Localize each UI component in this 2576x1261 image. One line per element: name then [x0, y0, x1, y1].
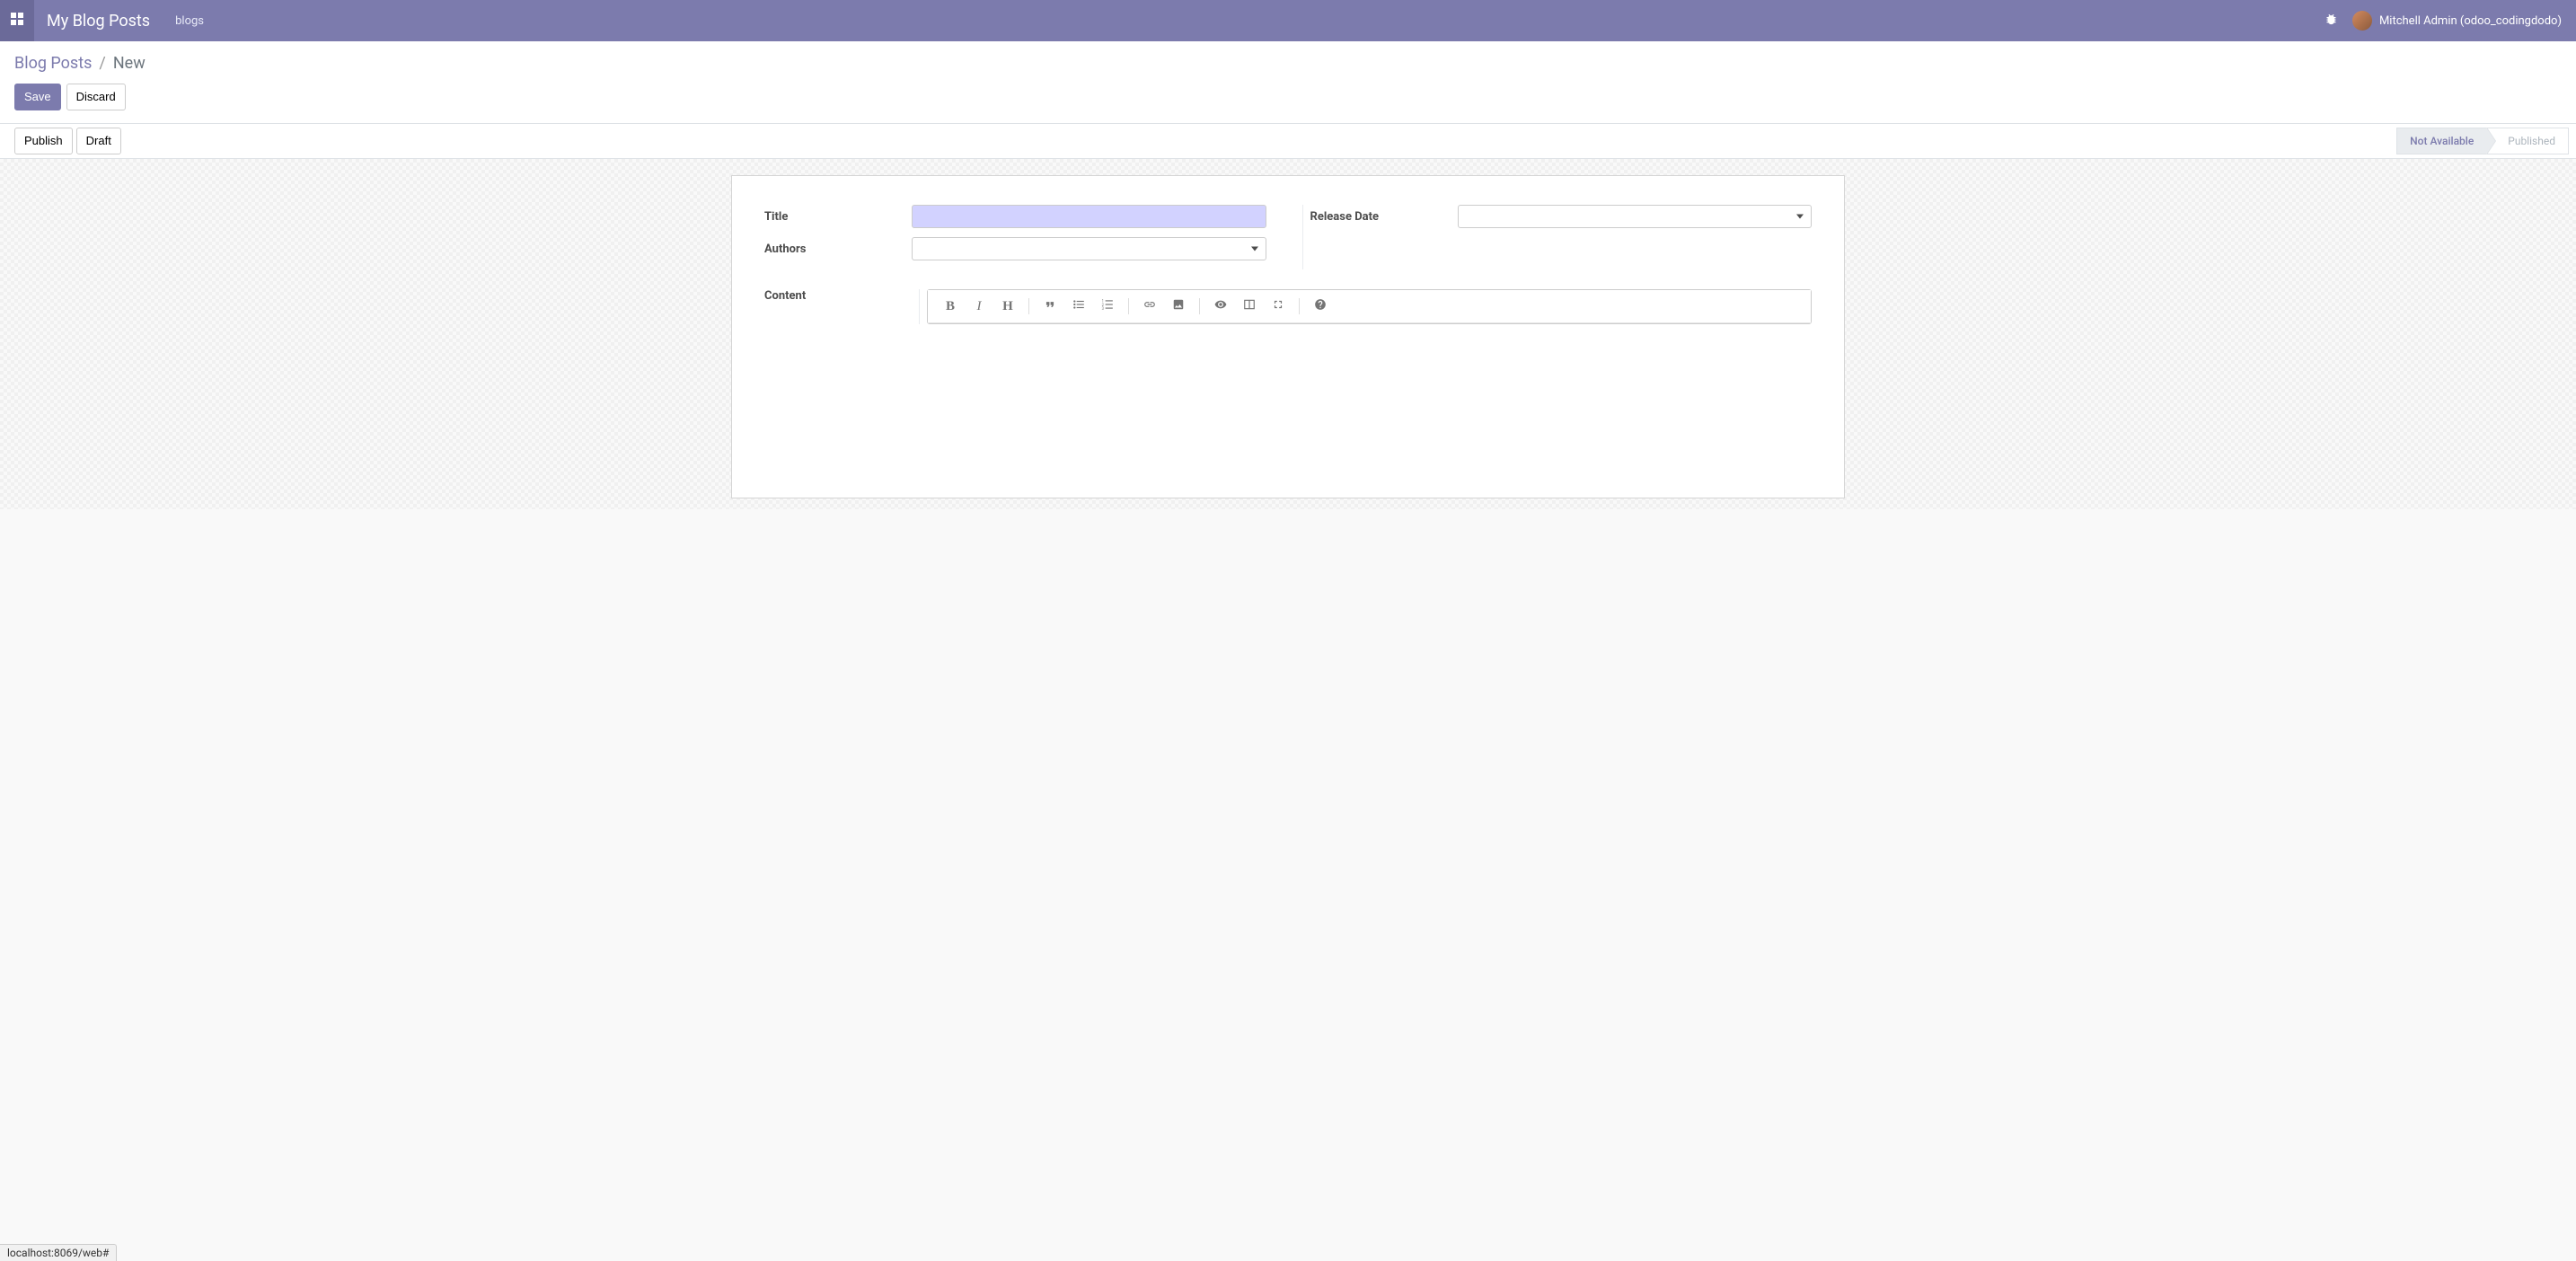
fullscreen-icon — [1272, 298, 1284, 314]
apps-icon — [10, 12, 24, 30]
form-column-left: Title Authors — [764, 205, 1266, 269]
italic-icon: I — [977, 299, 982, 314]
save-button[interactable]: Save — [14, 84, 61, 110]
authors-label: Authors — [764, 242, 912, 256]
release-date-input[interactable] — [1458, 205, 1813, 228]
app-title[interactable]: My Blog Posts — [34, 0, 166, 41]
link-button[interactable] — [1136, 295, 1163, 317]
status-not-available[interactable]: Not Available — [2396, 128, 2486, 154]
top-navbar: My Blog Posts blogs Mitchell Admin (odoo… — [0, 0, 2576, 41]
content-label: Content — [764, 289, 919, 324]
unordered-list-button[interactable] — [1065, 295, 1092, 317]
user-avatar — [2352, 11, 2372, 31]
menu-item-blogs[interactable]: blogs — [166, 0, 213, 41]
link-icon — [1143, 298, 1156, 314]
breadcrumb-parent[interactable]: Blog Posts — [14, 54, 92, 73]
quote-button[interactable] — [1037, 295, 1063, 317]
browser-link-hint: localhost:8069/web# — [0, 1244, 117, 1261]
breadcrumb-current: New — [113, 54, 146, 73]
content-editor[interactable]: B I H 123 — [927, 289, 1812, 324]
control-panel: Blog Posts / New Save Discard — [0, 41, 2576, 124]
quote-icon — [1044, 298, 1056, 314]
debug-icon[interactable] — [2325, 13, 2338, 30]
help-icon — [1314, 298, 1327, 314]
caret-down-icon — [1796, 215, 1804, 219]
apps-menu-button[interactable] — [0, 0, 34, 41]
svg-text:3: 3 — [1102, 306, 1105, 311]
release-date-label: Release Date — [1310, 210, 1458, 224]
preview-button[interactable] — [1207, 295, 1234, 317]
title-input[interactable] — [912, 205, 1266, 228]
columns-icon — [1243, 298, 1256, 314]
status-stages: Not Available Published — [2396, 128, 2569, 154]
ordered-list-button[interactable]: 123 — [1094, 295, 1121, 317]
heading-button[interactable]: H — [994, 295, 1021, 317]
user-display-name: Mitchell Admin (odoo_codingdodo) — [2379, 14, 2562, 28]
fullscreen-button[interactable] — [1265, 295, 1292, 317]
status-bar: Publish Draft Not Available Published — [0, 124, 2576, 159]
image-icon — [1172, 298, 1185, 314]
side-by-side-button[interactable] — [1236, 295, 1263, 317]
editor-toolbar: B I H 123 — [928, 290, 1811, 323]
form-area: Title Authors — [0, 159, 2576, 509]
help-button[interactable] — [1307, 295, 1334, 317]
bold-icon: B — [946, 299, 955, 314]
user-menu[interactable]: Mitchell Admin (odoo_codingdodo) — [2352, 11, 2562, 31]
draft-button[interactable]: Draft — [76, 128, 121, 154]
publish-button[interactable]: Publish — [14, 128, 73, 154]
eye-icon — [1214, 298, 1227, 314]
bold-button[interactable]: B — [937, 295, 964, 317]
breadcrumb: Blog Posts / New — [0, 41, 2576, 76]
breadcrumb-separator: / — [99, 54, 105, 73]
status-published[interactable]: Published — [2486, 128, 2569, 154]
discard-button[interactable]: Discard — [66, 84, 126, 110]
list-ol-icon: 123 — [1101, 298, 1114, 314]
caret-down-icon — [1251, 247, 1258, 251]
image-button[interactable] — [1165, 295, 1192, 317]
form-sheet: Title Authors — [731, 175, 1845, 498]
control-actions: Save Discard — [0, 76, 2576, 123]
italic-button[interactable]: I — [966, 295, 992, 317]
bug-icon — [2325, 13, 2338, 30]
heading-icon: H — [1002, 299, 1013, 314]
list-ul-icon — [1072, 298, 1085, 314]
authors-select[interactable] — [912, 237, 1266, 260]
title-label: Title — [764, 210, 912, 224]
form-column-right: Release Date — [1302, 205, 1813, 269]
